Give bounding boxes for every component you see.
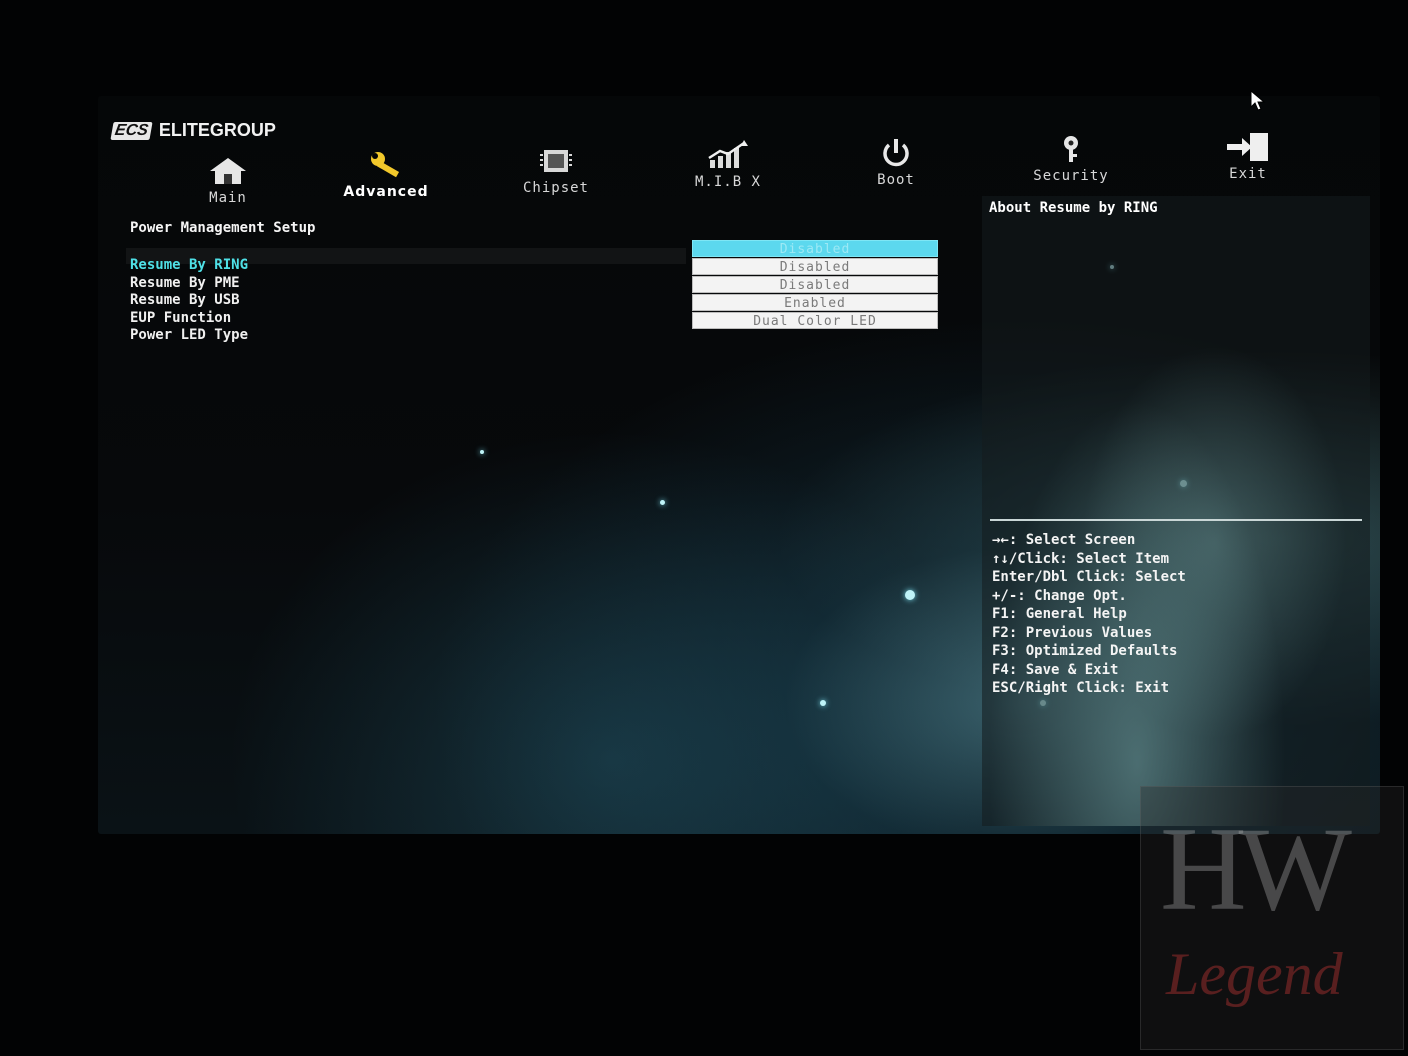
ecs-logo-mark: ECS [110, 121, 153, 140]
tab-security[interactable]: Security [1026, 134, 1116, 184]
key-hint: →←: Select Screen [992, 532, 1136, 548]
exit-door-icon [1227, 133, 1268, 161]
tab-mibx[interactable]: M.I.B X [688, 140, 768, 190]
key-hint: F4: Save & Exit [992, 661, 1119, 678]
key-hint: F2: Previous Values [992, 624, 1153, 641]
setting-resume-by-usb[interactable]: Resume By USB [130, 292, 248, 310]
setting-power-led-type[interactable]: Power LED Type [130, 327, 248, 345]
star-decoration [480, 450, 484, 454]
key-hint: +/-: Change Opt. [992, 587, 1127, 604]
home-icon [210, 158, 246, 184]
help-panel [982, 196, 1370, 826]
tab-security-label: Security [1033, 168, 1109, 184]
star-decoration [660, 500, 665, 505]
value-eup-function[interactable]: Enabled [692, 294, 938, 311]
tab-exit-label: Exit [1229, 166, 1267, 182]
tab-chipset-label: Chipset [522, 180, 589, 196]
tab-chipset[interactable]: Chipset [516, 146, 596, 196]
power-icon [883, 139, 909, 167]
mouse-pointer-icon [1250, 90, 1266, 111]
tab-boot-label: Boot [877, 172, 915, 188]
value-resume-by-pme[interactable]: Disabled [692, 258, 938, 275]
key-icon [1064, 136, 1078, 162]
settings-list: Resume By RING Resume By PME Resume By U… [130, 257, 248, 345]
key-hint: ↑↓/Click: Select Item [992, 550, 1170, 567]
setting-resume-by-ring[interactable]: Resume By RING [130, 257, 248, 275]
watermark-hw: HW [1160, 802, 1352, 935]
help-title: About Resume by RING [989, 200, 1158, 216]
setting-resume-by-pme[interactable]: Resume By PME [130, 275, 248, 293]
tab-mibx-label: M.I.B X [694, 174, 761, 190]
key-hint: F1: General Help [992, 606, 1127, 622]
ecs-logo: ECS ELITEGROUP [110, 120, 276, 141]
tab-main-label: Main [209, 190, 247, 206]
tab-boot[interactable]: Boot [866, 138, 926, 188]
tab-advanced[interactable]: Advanced [340, 150, 432, 200]
value-resume-by-usb[interactable]: Disabled [692, 276, 938, 293]
value-power-led-type[interactable]: Dual Color LED [692, 312, 938, 329]
tab-advanced-label: Advanced [343, 184, 429, 200]
key-hint: Enter/Dbl Click: Select [992, 569, 1186, 585]
watermark-legend: Legend [1166, 941, 1343, 1007]
tab-exit[interactable]: Exit [1218, 132, 1278, 182]
key-hint: ESC/Right Click: Exit [992, 680, 1170, 696]
chart-up-icon [708, 140, 748, 168]
key-hint: F3: Optimized Defaults [992, 643, 1178, 659]
settings-values: Disabled Disabled Disabled Enabled Dual … [692, 240, 938, 330]
setting-eup-function[interactable]: EUP Function [130, 310, 248, 328]
star-decoration [820, 700, 826, 706]
chip-icon [540, 150, 572, 172]
key-legend: →←: Select Screen ↑↓/Click: Select Item … [992, 531, 1186, 698]
help-divider [990, 519, 1362, 521]
page-title: Power Management Setup [130, 220, 316, 236]
tab-main[interactable]: Main [198, 156, 258, 206]
brand-name: ELITEGROUP [158, 120, 276, 140]
star-decoration [905, 590, 915, 600]
wrench-icon [371, 152, 400, 178]
value-resume-by-ring[interactable]: Disabled [692, 240, 938, 257]
